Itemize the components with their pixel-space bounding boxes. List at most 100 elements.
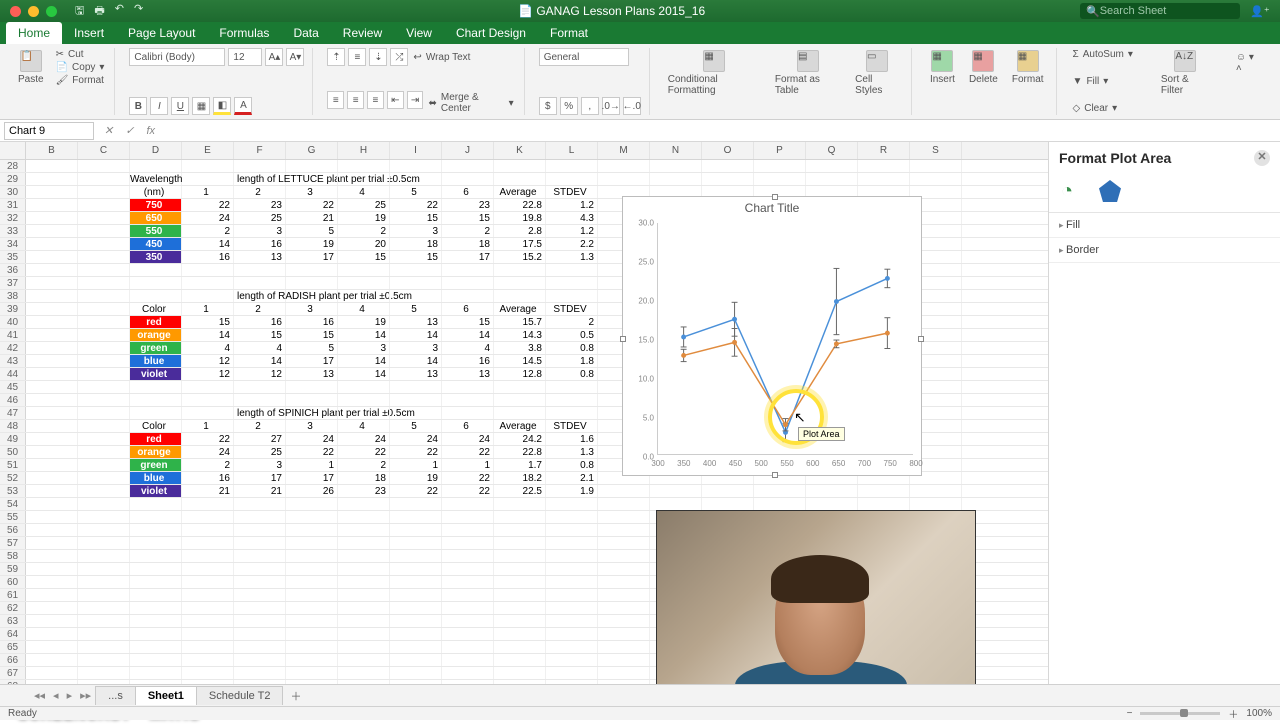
cell[interactable]: [26, 381, 78, 393]
cell[interactable]: [338, 602, 390, 614]
cell[interactable]: STDEV: [546, 186, 598, 198]
cell[interactable]: 21: [234, 485, 286, 497]
cell[interactable]: [26, 329, 78, 341]
cell[interactable]: 14.5: [494, 355, 546, 367]
cell[interactable]: [182, 290, 234, 302]
comma-icon[interactable]: ,: [581, 97, 599, 115]
cell[interactable]: 1: [442, 459, 494, 471]
cell[interactable]: [234, 602, 286, 614]
cell[interactable]: [78, 602, 130, 614]
cell[interactable]: 3: [234, 459, 286, 471]
cell[interactable]: [182, 381, 234, 393]
cell[interactable]: [26, 238, 78, 250]
cell[interactable]: 4: [338, 420, 390, 432]
cell[interactable]: [390, 160, 442, 172]
cell[interactable]: [338, 264, 390, 276]
cell[interactable]: [26, 537, 78, 549]
row-header[interactable]: 62: [0, 602, 26, 614]
cell[interactable]: [286, 290, 338, 302]
format-pane-row-fill[interactable]: Fill: [1049, 213, 1280, 238]
cell[interactable]: [26, 277, 78, 289]
cell[interactable]: [182, 524, 234, 536]
cell[interactable]: [442, 394, 494, 406]
tab-format[interactable]: Format: [538, 22, 600, 44]
cell[interactable]: [546, 407, 598, 419]
cell[interactable]: [598, 160, 650, 172]
cell[interactable]: 22: [286, 446, 338, 458]
cell[interactable]: 24: [182, 212, 234, 224]
cell[interactable]: [78, 524, 130, 536]
cell[interactable]: [442, 537, 494, 549]
cell[interactable]: [130, 160, 182, 172]
cell[interactable]: [546, 654, 598, 666]
cell[interactable]: 26: [286, 485, 338, 497]
cell[interactable]: [390, 277, 442, 289]
cell[interactable]: [442, 615, 494, 627]
cell[interactable]: [26, 589, 78, 601]
cell[interactable]: [130, 563, 182, 575]
cell[interactable]: [182, 264, 234, 276]
cell[interactable]: 17: [286, 472, 338, 484]
cell[interactable]: [442, 511, 494, 523]
cell[interactable]: [26, 199, 78, 211]
cell[interactable]: 19.8: [494, 212, 546, 224]
cell[interactable]: 3.8: [494, 342, 546, 354]
cell[interactable]: [754, 160, 806, 172]
cell[interactable]: 14: [182, 238, 234, 250]
cell[interactable]: [26, 394, 78, 406]
cell[interactable]: [390, 602, 442, 614]
cell[interactable]: [390, 537, 442, 549]
cell[interactable]: [26, 615, 78, 627]
cell[interactable]: [130, 537, 182, 549]
cell[interactable]: 12: [182, 368, 234, 380]
cell[interactable]: [442, 277, 494, 289]
cell[interactable]: [546, 290, 598, 302]
cell[interactable]: [494, 394, 546, 406]
cut-button[interactable]: ✂ Cut: [54, 48, 107, 61]
cell[interactable]: 22: [390, 446, 442, 458]
cell[interactable]: [26, 472, 78, 484]
row-header[interactable]: 40: [0, 316, 26, 328]
cell[interactable]: Wavelength: [130, 173, 182, 185]
cell[interactable]: [442, 264, 494, 276]
cell[interactable]: [546, 576, 598, 588]
cell[interactable]: [130, 381, 182, 393]
cell[interactable]: red: [130, 316, 182, 328]
cell[interactable]: [338, 641, 390, 653]
cell[interactable]: 5: [390, 186, 442, 198]
cell[interactable]: 22.8: [494, 446, 546, 458]
cell[interactable]: [754, 498, 806, 510]
cell[interactable]: [442, 563, 494, 575]
cell[interactable]: [26, 433, 78, 445]
cell[interactable]: 15: [234, 329, 286, 341]
sheet-tab[interactable]: Sheet1: [135, 686, 197, 705]
column-header[interactable]: G: [286, 142, 338, 159]
row-header[interactable]: 51: [0, 459, 26, 471]
cell[interactable]: violet: [130, 485, 182, 497]
column-header[interactable]: S: [910, 142, 962, 159]
cell[interactable]: [390, 524, 442, 536]
cell[interactable]: [286, 615, 338, 627]
cell[interactable]: 750: [130, 199, 182, 211]
cell[interactable]: [182, 407, 234, 419]
cell[interactable]: [182, 563, 234, 575]
tab-page-layout[interactable]: Page Layout: [116, 22, 207, 44]
cell[interactable]: [182, 641, 234, 653]
cell[interactable]: [702, 173, 754, 185]
delete-cells-button[interactable]: ▦Delete: [965, 48, 1002, 87]
cell[interactable]: [650, 160, 702, 172]
font-select[interactable]: Calibri (Body): [129, 48, 225, 66]
cell[interactable]: [286, 407, 338, 419]
cell[interactable]: [494, 615, 546, 627]
cell[interactable]: [598, 511, 650, 523]
cell[interactable]: [182, 394, 234, 406]
cell[interactable]: 2: [338, 459, 390, 471]
cell[interactable]: length of SPINICH plant per trial ±0.5cm: [234, 407, 286, 419]
cell[interactable]: [338, 589, 390, 601]
cell[interactable]: [130, 602, 182, 614]
cell[interactable]: [78, 303, 130, 315]
cell[interactable]: [182, 667, 234, 679]
cell[interactable]: [26, 251, 78, 263]
cell[interactable]: [442, 576, 494, 588]
cell[interactable]: [442, 550, 494, 562]
